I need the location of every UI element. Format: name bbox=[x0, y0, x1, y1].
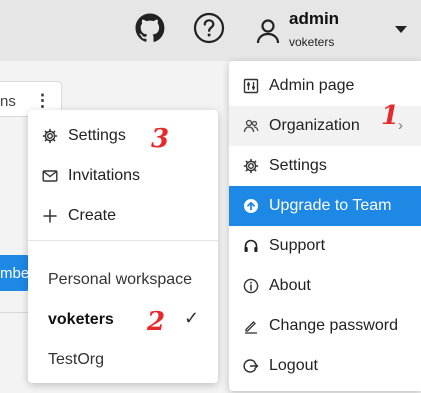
workspace-item-testorg[interactable]: TestOrg bbox=[28, 340, 218, 380]
menu-item-label: Logout bbox=[269, 357, 318, 374]
menu-item-label: Admin page bbox=[269, 77, 355, 94]
pencil-icon bbox=[245, 321, 257, 334]
annotation-step-1: 1 bbox=[381, 101, 400, 131]
top-bar: admin voketers bbox=[0, 0, 421, 61]
submenu-item-invitations[interactable]: Invitations bbox=[28, 156, 218, 196]
user-icon bbox=[256, 19, 280, 44]
submenu-item-create[interactable]: Create bbox=[28, 196, 218, 236]
background-primary-button[interactable]: mbe bbox=[0, 255, 30, 291]
logout-icon bbox=[243, 359, 259, 373]
menu-item-admin-page[interactable]: Admin page bbox=[229, 66, 421, 106]
github-icon[interactable] bbox=[134, 12, 166, 44]
workspace-name: voketers bbox=[289, 35, 335, 49]
workspace-item-personal[interactable]: Personal workspace bbox=[28, 260, 218, 300]
submenu-item-label: Settings bbox=[68, 127, 126, 144]
workspace-label: Personal workspace bbox=[48, 271, 193, 288]
menu-item-about[interactable]: About bbox=[229, 266, 421, 306]
submenu-item-label: Create bbox=[68, 207, 117, 224]
menu-item-upgrade-to-team[interactable]: Upgrade to Team bbox=[229, 186, 421, 226]
upgrade-icon bbox=[244, 199, 258, 213]
menu-item-label: Support bbox=[269, 237, 326, 254]
organization-submenu: Settings Invitations Create Personal wor… bbox=[28, 110, 218, 383]
info-icon bbox=[243, 278, 259, 294]
caret-down-icon bbox=[395, 26, 407, 33]
workspace-label: TestOrg bbox=[48, 351, 105, 368]
menu-item-label: Organization bbox=[269, 117, 360, 134]
menu-item-support[interactable]: Support bbox=[229, 226, 421, 266]
background-card-label: ns bbox=[0, 93, 16, 110]
plus-icon bbox=[43, 209, 57, 223]
divider bbox=[0, 312, 30, 313]
menu-item-label: Change password bbox=[269, 317, 398, 334]
menu-item-label: Settings bbox=[269, 157, 327, 174]
menu-item-label: Upgrade to Team bbox=[269, 197, 392, 214]
workspace-item-voketers[interactable]: voketers ✓ bbox=[28, 300, 218, 340]
help-icon[interactable] bbox=[193, 12, 225, 44]
menu-item-change-password[interactable]: Change password bbox=[229, 306, 421, 346]
menu-item-settings[interactable]: Settings bbox=[229, 146, 421, 186]
envelope-icon bbox=[42, 170, 58, 182]
user-name: admin bbox=[289, 9, 340, 28]
submenu-divider bbox=[28, 240, 218, 241]
menu-item-logout[interactable]: Logout bbox=[229, 346, 421, 386]
kebab-menu-icon[interactable]: ⋮ bbox=[34, 91, 51, 111]
headset-icon bbox=[244, 239, 258, 252]
background-button-label: mbe bbox=[0, 265, 30, 282]
submenu-item-settings[interactable]: Settings bbox=[28, 116, 218, 156]
admin-panel-icon bbox=[243, 78, 259, 94]
gear-icon bbox=[42, 128, 58, 144]
gear-icon bbox=[243, 158, 259, 174]
annotation-step-2: 2 bbox=[147, 307, 166, 337]
annotation-step-3: 3 bbox=[151, 124, 170, 154]
workspace-label: voketers bbox=[48, 311, 114, 328]
user-menu-button[interactable]: admin voketers bbox=[251, 4, 421, 56]
submenu-item-label: Invitations bbox=[68, 167, 141, 184]
menu-item-label: About bbox=[269, 277, 311, 294]
checkmark-icon: ✓ bbox=[184, 308, 200, 328]
organization-icon bbox=[243, 119, 259, 133]
